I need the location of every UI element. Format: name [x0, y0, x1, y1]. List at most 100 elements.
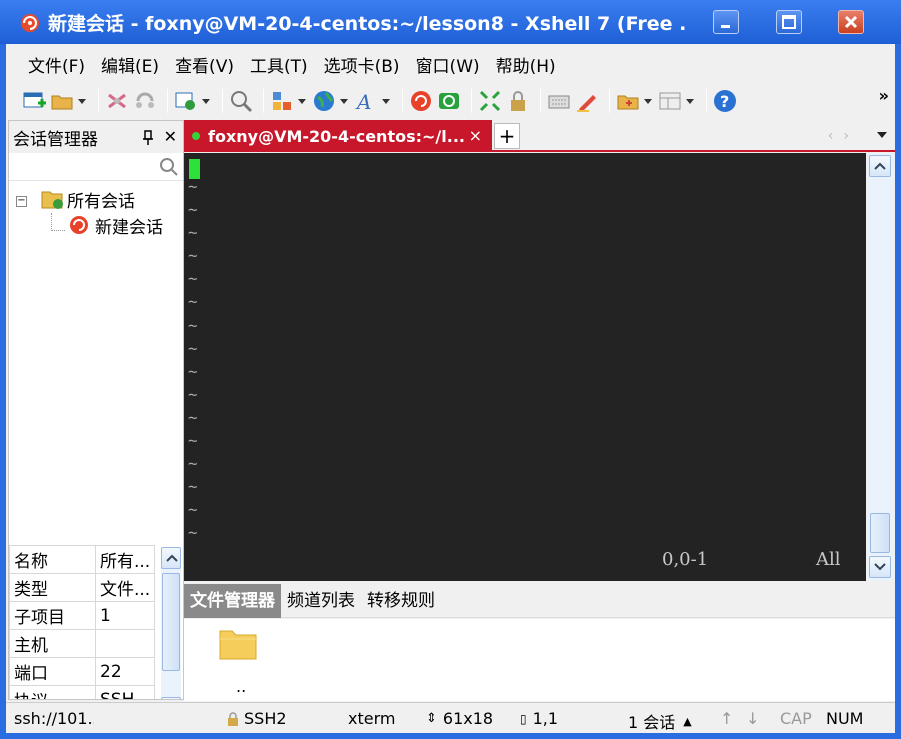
transfer-dropdown[interactable]: [298, 89, 306, 113]
maximize-icon: [782, 15, 796, 29]
status-size-label: 61x18: [442, 709, 494, 728]
tab-active-session[interactable]: foxny@VM-20-4-centos:~/l... ×: [184, 120, 492, 152]
scroll-down-button[interactable]: [869, 556, 891, 578]
menu-help[interactable]: 帮助(H): [488, 52, 564, 77]
vim-tilde-line: ~: [188, 269, 198, 289]
close-button[interactable]: [838, 10, 864, 34]
status-bar: ssh://101.3 SSH2 xterm ⇕ 61x18 ▯ 1,1 1 会…: [6, 702, 895, 733]
toolbar-separator: [471, 89, 472, 113]
open-folder-icon[interactable]: [50, 89, 74, 113]
close-icon: [844, 15, 858, 29]
properties-dropdown[interactable]: [202, 89, 210, 113]
terminal-screen[interactable]: ~ ~ ~ ~ ~ ~ ~ ~ ~ ~ ~ ~ ~ ~ ~ ~ 0,0-1 All: [184, 153, 866, 581]
vim-tilde-line: ~: [188, 200, 198, 220]
svg-text:?: ?: [720, 92, 729, 111]
status-sessions-label: 1 会话: [628, 713, 676, 732]
add-tab-button[interactable]: +: [494, 123, 520, 149]
xftp-icon[interactable]: [437, 89, 461, 113]
close-pane-icon[interactable]: ✕: [164, 127, 177, 146]
properties-grid: 名称所有... 类型文件... 子项目1 主机 端口22 协议SSH 用户名: [9, 545, 183, 699]
disconnect-icon[interactable]: [105, 89, 129, 113]
property-value: 所有...: [95, 545, 155, 574]
open-dropdown[interactable]: [78, 89, 86, 113]
tab-scroll-arrows[interactable]: ‹›: [828, 128, 859, 144]
vim-tilde-line: ~: [188, 338, 198, 358]
terminal-scrollbar[interactable]: [867, 153, 893, 581]
tab-transfer-rules[interactable]: 转移规则: [361, 584, 441, 618]
maximize-button[interactable]: [776, 10, 802, 34]
scroll-up-button[interactable]: [161, 547, 181, 569]
scroll-up-button[interactable]: [869, 155, 891, 177]
properties-scrollbar[interactable]: [161, 547, 181, 699]
menu-bar: 文件(F) 编辑(E) 查看(V) 工具(T) 选项卡(B) 窗口(W) 帮助(…: [6, 46, 895, 82]
menu-view[interactable]: 查看(V): [167, 52, 242, 77]
font-dropdown[interactable]: [382, 89, 390, 113]
property-key: 协议: [9, 685, 96, 699]
toolbar-separator: [540, 89, 541, 113]
lock-icon[interactable]: [506, 89, 530, 113]
xshell-icon[interactable]: [409, 89, 433, 113]
toolbar-overflow-button[interactable]: »: [879, 86, 889, 105]
tree-item-all-sessions[interactable]: 所有会话: [41, 187, 135, 212]
help-icon[interactable]: ?: [713, 89, 737, 113]
scroll-thumb[interactable]: [870, 513, 890, 553]
minimize-button[interactable]: [713, 10, 739, 34]
scroll-thumb[interactable]: [162, 573, 180, 671]
chevron-down-icon: [874, 563, 886, 571]
transfer-icon[interactable]: [270, 89, 294, 113]
sessions-folder-icon: [41, 191, 63, 209]
download-arrow-icon[interactable]: ↓: [746, 709, 759, 728]
menu-tools[interactable]: 工具(T): [242, 52, 316, 77]
client-area: 文件(F) 编辑(E) 查看(V) 工具(T) 选项卡(B) 窗口(W) 帮助(…: [6, 44, 895, 733]
tab-label: foxny@VM-20-4-centos:~/l...: [208, 126, 465, 146]
property-key: 名称: [9, 545, 96, 574]
property-value: [95, 629, 155, 658]
caret-up-icon: ▲: [683, 714, 692, 728]
session-manager-title: 会话管理器: [13, 129, 98, 150]
property-row: 端口 22: [9, 657, 155, 686]
title-bar[interactable]: 新建会话 - foxny@VM-20-4-centos:~/lesson8 - …: [0, 0, 901, 44]
keyboard-icon[interactable]: [547, 89, 571, 113]
search-icon[interactable]: [229, 89, 253, 113]
highlight-icon[interactable]: [575, 89, 599, 113]
tree-item-new-session[interactable]: 新建会话: [67, 213, 163, 238]
scroll-down-button[interactable]: [161, 697, 181, 699]
globe-dropdown[interactable]: [340, 89, 348, 113]
property-row: 主机: [9, 629, 155, 658]
menu-window[interactable]: 窗口(W): [408, 52, 488, 77]
property-key: 类型: [9, 573, 96, 602]
folder-icon[interactable]: [218, 625, 258, 661]
vim-tilde-line: ~: [188, 431, 198, 451]
property-value: 22: [95, 657, 155, 686]
layout-icon[interactable]: [658, 89, 682, 113]
menu-tab[interactable]: 选项卡(B): [316, 52, 408, 77]
add-folder-icon[interactable]: [616, 89, 640, 113]
resize-icon: ⇕: [426, 711, 437, 726]
tab-list-dropdown-icon[interactable]: [877, 132, 887, 138]
session-search-input[interactable]: [9, 153, 183, 181]
tree-expand-toggle[interactable]: −: [16, 196, 27, 207]
upload-arrow-icon[interactable]: ↑: [720, 709, 733, 728]
vim-tilde-line: ~: [188, 177, 198, 196]
tab-file-manager[interactable]: 文件管理器: [184, 583, 281, 618]
properties-icon[interactable]: [174, 89, 198, 113]
status-sessions[interactable]: 1 会话 ▲: [628, 709, 692, 733]
layout-dropdown[interactable]: [686, 89, 694, 113]
globe-icon[interactable]: [312, 89, 336, 113]
menu-edit[interactable]: 编辑(E): [93, 52, 167, 77]
pin-icon[interactable]: [141, 129, 155, 145]
status-host: ssh://101.3: [14, 709, 94, 728]
fullscreen-icon[interactable]: [478, 89, 502, 113]
vim-tilde-line: ~: [188, 407, 198, 427]
tab-channel-list[interactable]: 频道列表: [281, 584, 361, 618]
property-key: 子项目: [9, 601, 96, 630]
add-folder-dropdown[interactable]: [644, 89, 652, 113]
property-row: 类型 文件...: [9, 573, 155, 602]
font-icon[interactable]: A: [354, 89, 378, 114]
menu-file[interactable]: 文件(F): [20, 52, 93, 77]
reconnect-icon[interactable]: [133, 89, 157, 113]
tab-close-icon[interactable]: ×: [469, 126, 482, 145]
property-row: 协议SSH: [9, 685, 155, 699]
new-session-icon[interactable]: [22, 89, 46, 113]
vim-empty-lines: ~ ~ ~ ~ ~ ~ ~ ~ ~ ~ ~ ~ ~ ~ ~ ~: [188, 175, 198, 545]
